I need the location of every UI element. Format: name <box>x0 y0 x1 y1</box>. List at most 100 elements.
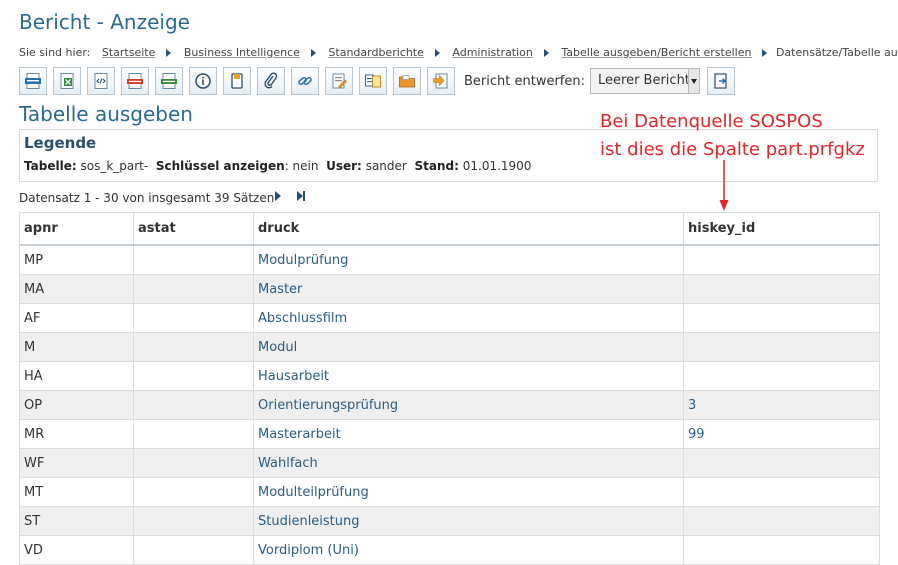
table-cell-astat <box>133 390 254 420</box>
section-title: Tabelle ausgeben <box>19 102 193 126</box>
export-arrow-icon <box>433 73 448 89</box>
table-cell-apnr: OP <box>19 390 134 420</box>
csv-export-icon <box>161 73 177 89</box>
bericht-select[interactable]: Leerer Bericht <box>590 68 700 94</box>
breadcrumb-standardberichte[interactable]: Standardberichte <box>328 46 423 59</box>
table-cell-astat <box>133 506 254 536</box>
annotation-line-1: Bei Datenquelle SOSPOS <box>600 111 823 132</box>
legend-stand-value: 01.01.1900 <box>462 159 532 173</box>
compare-icon <box>365 74 381 88</box>
bericht-entwerfen-label: Bericht entwerfen: <box>464 73 585 89</box>
table-cell-druck: Hausarbeit <box>253 361 684 391</box>
next-page-icon[interactable] <box>275 191 281 201</box>
legend-details: Tabelle: sos_k_part- Schlüssel anzeigen:… <box>24 159 531 173</box>
legend-tabelle-label: Tabelle: <box>24 159 77 173</box>
open-report-button[interactable] <box>707 67 735 95</box>
table-cell-druck: Master <box>253 274 684 304</box>
pager-info: Datensatz 1 - 30 von insgesamt 39 Sätzen <box>19 191 275 205</box>
table-cell-astat <box>133 244 254 275</box>
column-header-hiskey-id[interactable]: hiskey_id <box>683 212 880 246</box>
table-row: AF Abschlussfilm <box>19 303 880 333</box>
column-header-astat[interactable]: astat <box>133 212 254 246</box>
breadcrumb-tabelle-ausgeben[interactable]: Tabelle ausgeben/Bericht erstellen <box>561 46 751 59</box>
table-cell-apnr: VD <box>19 535 134 565</box>
breadcrumb-separator-icon <box>434 49 440 57</box>
table-row: MR Masterarbeit 99 <box>19 419 880 449</box>
legend-stand-label: Stand: <box>414 159 459 173</box>
chevron-down-icon[interactable] <box>688 69 699 93</box>
column-header-druck[interactable]: druck <box>253 212 684 246</box>
breadcrumb-current: Datensätze/Tabelle ausgeben <box>775 46 898 59</box>
annotation-arrow-icon <box>719 160 729 211</box>
breadcrumb-separator-icon <box>543 49 549 57</box>
table-cell-astat <box>133 448 254 478</box>
legend-user-label: User: <box>326 159 362 173</box>
legend-user-value: sander <box>365 159 407 173</box>
table-cell-hiskey-id <box>683 361 880 391</box>
table-cell-apnr: M <box>19 332 134 362</box>
table-cell-apnr: MP <box>19 244 134 275</box>
info-button[interactable] <box>189 67 217 95</box>
table-cell-apnr: MR <box>19 419 134 449</box>
export-arrow-button[interactable] <box>427 67 455 95</box>
table-cell-astat <box>133 419 254 449</box>
legend-title: Legende <box>24 134 97 152</box>
table-cell-apnr: AF <box>19 303 134 333</box>
table-row: MT Modulteilprüfung <box>19 477 880 507</box>
breadcrumb: Sie sind hier: Startseite Business Intel… <box>19 46 898 59</box>
annotation-line-2: ist dies die Spalte part.prfgkz <box>600 139 865 160</box>
compare-button[interactable] <box>359 67 387 95</box>
table-cell-apnr: HA <box>19 361 134 391</box>
column-header-apnr[interactable]: apnr <box>19 212 134 246</box>
table-cell-astat <box>133 332 254 362</box>
breadcrumb-separator-icon <box>166 49 172 57</box>
table-row: WF Wahlfach <box>19 448 880 478</box>
table-cell-hiskey-id <box>683 244 880 275</box>
table-cell-druck: Wahlfach <box>253 448 684 478</box>
table-cell-hiskey-id <box>683 303 880 333</box>
html-export-button[interactable] <box>19 67 47 95</box>
breadcrumb-separator-icon <box>762 49 768 57</box>
folder-button[interactable] <box>393 67 421 95</box>
bericht-select-value: Leerer Bericht <box>598 73 690 88</box>
breadcrumb-startseite[interactable]: Startseite <box>102 46 156 59</box>
table-cell-druck: Modulprüfung <box>253 244 684 275</box>
table-cell-hiskey-id <box>683 477 880 507</box>
attachment-icon <box>264 72 278 89</box>
table-cell-druck: Abschlussfilm <box>253 303 684 333</box>
table-cell-apnr: MT <box>19 477 134 507</box>
csv-export-button[interactable] <box>155 67 183 95</box>
link-button[interactable] <box>291 67 319 95</box>
table-header-row: apnr astat druck hiskey_id <box>19 212 880 246</box>
breadcrumb-business-intelligence[interactable]: Business Intelligence <box>184 46 300 59</box>
breadcrumb-separator-icon <box>310 49 316 57</box>
breadcrumb-administration[interactable]: Administration <box>452 46 533 59</box>
table-cell-astat <box>133 361 254 391</box>
xml-export-icon <box>94 73 108 89</box>
attachment-button[interactable] <box>257 67 285 95</box>
table-cell-astat <box>133 274 254 304</box>
edit-report-button[interactable] <box>325 67 353 95</box>
excel-export-icon <box>60 73 74 89</box>
table-cell-druck: Modul <box>253 332 684 362</box>
table-cell-apnr: WF <box>19 448 134 478</box>
bookmark-button[interactable] <box>223 67 251 95</box>
table-row: MA Master <box>19 274 880 304</box>
table-cell-hiskey-id: 99 <box>683 419 880 449</box>
table-row: ST Studienleistung <box>19 506 880 536</box>
open-report-icon <box>714 73 727 89</box>
table-cell-hiskey-id <box>683 274 880 304</box>
table-cell-hiskey-id <box>683 506 880 536</box>
legend-schluessel-label: Schlüssel anzeigen <box>155 159 285 173</box>
table-cell-druck: Modulteilprüfung <box>253 477 684 507</box>
pdf-export-button[interactable] <box>121 67 149 95</box>
table-cell-hiskey-id <box>683 448 880 478</box>
xml-export-button[interactable] <box>87 67 115 95</box>
table-cell-druck: Vordiplom (Uni) <box>253 535 684 565</box>
legend-tabelle-value: sos_k_part- <box>80 159 149 173</box>
table-row: M Modul <box>19 332 880 362</box>
excel-export-button[interactable] <box>53 67 81 95</box>
bookmark-icon <box>231 73 243 89</box>
table-cell-hiskey-id <box>683 535 880 565</box>
last-page-icon[interactable] <box>297 191 307 201</box>
